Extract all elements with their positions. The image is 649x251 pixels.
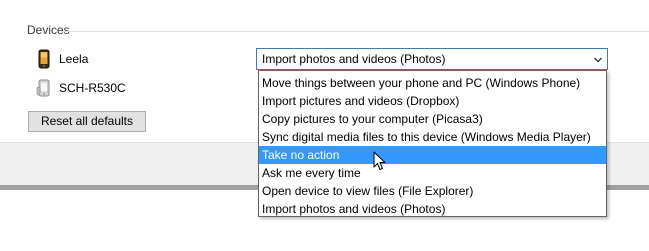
device-row-sch-r530c: SCH-R530C bbox=[36, 78, 126, 98]
autoplay-select-value: Import photos and videos (Photos) bbox=[262, 52, 446, 66]
autoplay-options-list: Move things between your phone and PC (W… bbox=[258, 70, 607, 217]
option-take-no-action[interactable]: Take no action bbox=[259, 146, 606, 164]
chevron-down-icon bbox=[593, 54, 603, 64]
phone-icon bbox=[36, 78, 52, 98]
reset-all-defaults-button[interactable]: Reset all defaults bbox=[28, 111, 146, 132]
device-name: SCH-R530C bbox=[59, 81, 126, 95]
option-windows-phone[interactable]: Move things between your phone and PC (W… bbox=[259, 74, 606, 92]
autoplay-select[interactable]: Import photos and videos (Photos) bbox=[256, 48, 608, 70]
option-dropbox[interactable]: Import pictures and videos (Dropbox) bbox=[259, 92, 606, 110]
option-photos[interactable]: Import photos and videos (Photos) bbox=[259, 200, 606, 218]
group-divider bbox=[62, 31, 649, 32]
option-picasa3[interactable]: Copy pictures to your computer (Picasa3) bbox=[259, 110, 606, 128]
option-file-explorer[interactable]: Open device to view files (File Explorer… bbox=[259, 182, 606, 200]
option-windows-media-player[interactable]: Sync digital media files to this device … bbox=[259, 128, 606, 146]
option-ask-every-time[interactable]: Ask me every time bbox=[259, 164, 606, 182]
devices-group-title: Devices bbox=[27, 23, 70, 37]
device-name: Leela bbox=[59, 52, 89, 66]
mouse-cursor-icon bbox=[373, 151, 389, 173]
device-row-leela: Leela bbox=[36, 49, 88, 69]
phone-icon bbox=[36, 49, 52, 69]
